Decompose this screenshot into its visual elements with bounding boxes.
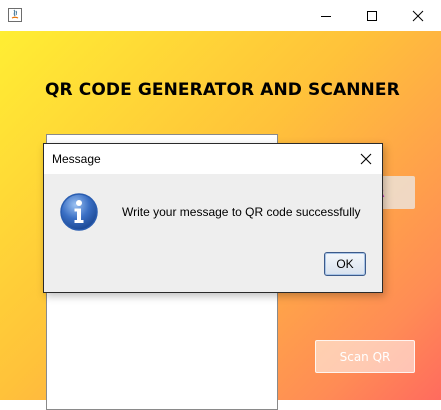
maximize-icon xyxy=(367,10,377,21)
minimize-icon xyxy=(321,15,331,17)
close-window-button[interactable] xyxy=(395,0,441,31)
close-icon xyxy=(412,10,424,21)
maximize-button[interactable] xyxy=(349,0,395,31)
ok-button-label: OK xyxy=(336,257,354,271)
dialog-titlebar[interactable]: Message xyxy=(44,144,382,174)
ok-button[interactable]: OK xyxy=(324,252,366,276)
dialog-message: Write your message to QR code successful… xyxy=(122,205,361,219)
window-titlebar xyxy=(0,0,441,31)
close-icon xyxy=(360,153,372,165)
scan-qr-button[interactable]: Scan QR xyxy=(315,340,415,373)
java-app-icon[interactable] xyxy=(7,7,23,23)
dialog-close-button[interactable] xyxy=(354,147,378,171)
scan-qr-button-label: Scan QR xyxy=(339,349,391,364)
message-dialog: Message Write your message to QR code su… xyxy=(43,143,383,293)
info-icon xyxy=(59,192,99,232)
page-title: QR CODE GENERATOR AND SCANNER xyxy=(45,80,400,100)
dialog-title: Message xyxy=(52,152,101,166)
dialog-body: Write your message to QR code successful… xyxy=(44,174,382,292)
minimize-button[interactable] xyxy=(303,0,349,31)
